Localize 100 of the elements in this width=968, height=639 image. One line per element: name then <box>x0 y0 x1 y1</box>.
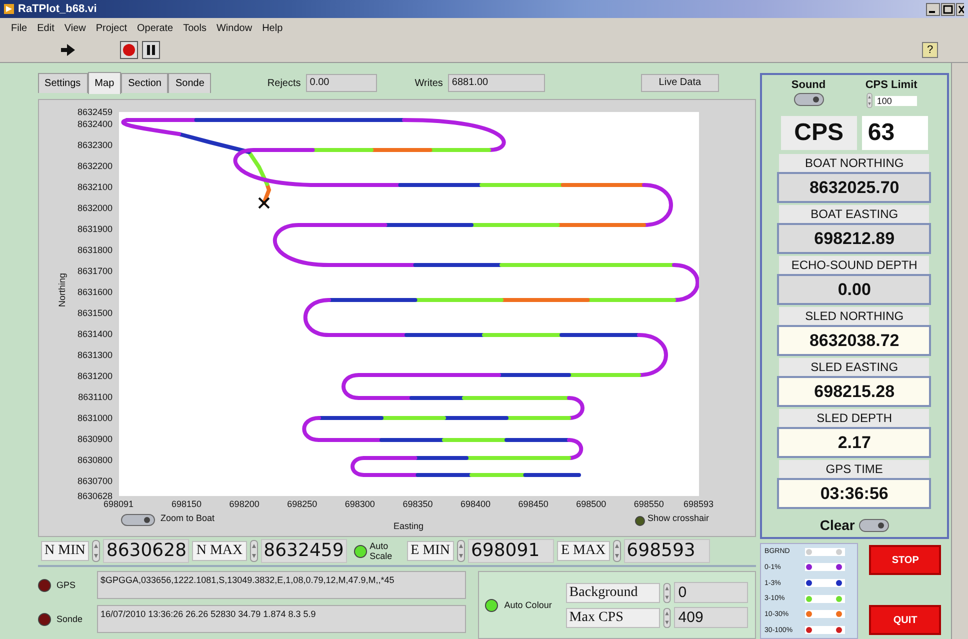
toggle-switch[interactable] <box>858 518 889 532</box>
menu-item[interactable]: Project <box>90 22 132 34</box>
axis-tick-label: 8631800 <box>77 244 113 256</box>
numeric-field[interactable]: 8630628 <box>103 539 190 563</box>
axis-title: Northing <box>56 272 67 308</box>
readout-indicator: 698212.89 <box>777 223 932 254</box>
menu-item[interactable]: Help <box>257 22 288 34</box>
numeric-field[interactable]: 698593 <box>624 539 710 563</box>
window-title: RaTPlot_b68.vi <box>18 3 97 15</box>
rejects-label: Rejects <box>267 78 301 88</box>
toggle-switch[interactable] <box>794 93 824 106</box>
minimize-icon[interactable] <box>926 2 940 16</box>
axis-tick-label: 8632100 <box>77 181 113 194</box>
axis-tick-label: 698350 <box>402 499 433 509</box>
menu-item[interactable]: Edit <box>32 22 60 34</box>
toggle-switch[interactable] <box>120 514 155 526</box>
axis-tick-label: 698250 <box>287 499 318 509</box>
readout-indicator: 698215.28 <box>777 376 932 407</box>
numeric-field[interactable]: 8632459 <box>260 539 347 563</box>
axis-tick-label: 8631200 <box>77 370 113 382</box>
spinner-icon[interactable] <box>866 93 873 108</box>
readout-indicator: 0.00 <box>777 274 932 305</box>
tab[interactable]: Settings <box>38 73 88 93</box>
field-label: N MAX <box>192 541 247 561</box>
sound-label: Sound <box>791 79 826 91</box>
readout-indicator: 2.17 <box>777 427 932 458</box>
stop-icon[interactable] <box>120 41 138 59</box>
writes-label: Writes <box>414 78 443 88</box>
axis-tick-label: 8630800 <box>77 454 113 466</box>
pause-icon[interactable] <box>142 41 160 59</box>
axis-tick-label: 8631500 <box>77 307 113 320</box>
tab[interactable]: Map <box>88 72 122 94</box>
action-button[interactable]: STOP <box>869 545 942 575</box>
feed-label: GPS <box>56 580 77 590</box>
spinner-icon[interactable] <box>250 540 258 562</box>
menu-item[interactable]: File <box>6 22 32 34</box>
crosshair-led[interactable] <box>634 516 645 526</box>
feed-label: Sonde <box>56 614 84 624</box>
axis-tick-label: 698593 <box>684 499 714 509</box>
readout-label: SLED EASTING <box>779 358 930 376</box>
axis-tick-label: 8631300 <box>77 349 113 362</box>
readout-indicator: 8632025.70 <box>777 172 932 203</box>
field-label: E MAX <box>556 541 610 561</box>
help-button[interactable]: ? <box>922 42 938 58</box>
auto-scale-label: Auto Scale <box>370 541 394 561</box>
numeric-field[interactable]: 409 <box>674 607 748 628</box>
cps-label: CPS <box>780 116 857 150</box>
cps-limit-label: CPS Limit <box>865 79 918 91</box>
auto-scale-led[interactable] <box>354 544 367 558</box>
cross-marker-icon <box>258 197 270 209</box>
zoom-to-boat-label: Zoom to Boat <box>160 513 215 523</box>
axis-tick-label: 8632200 <box>77 160 113 172</box>
spinner-icon[interactable] <box>663 608 672 628</box>
readout-indicator: 8632038.72 <box>777 325 932 356</box>
readout-label: BOAT NORTHING <box>779 154 930 172</box>
tab[interactable]: Sonde <box>168 73 212 93</box>
axis-tick-label: 8632400 <box>77 118 113 130</box>
axis-tick-label: 8630628 <box>77 490 113 501</box>
tab[interactable]: Section <box>121 73 168 93</box>
field-label: Max CPS <box>566 608 660 628</box>
field-label: Background <box>566 582 660 602</box>
menu-item[interactable]: Operate <box>132 22 178 34</box>
action-button[interactable]: QUIT <box>869 605 942 635</box>
readout-label: BOAT EASTING <box>779 205 930 223</box>
auto-colour-led[interactable] <box>485 598 498 612</box>
menu-item[interactable]: Window <box>211 22 258 34</box>
axis-tick-label: 698300 <box>344 499 375 509</box>
run-arrow-icon[interactable] <box>60 43 76 57</box>
scrollbar[interactable] <box>951 63 968 639</box>
axis-title: Easting <box>394 521 424 531</box>
axis-tick-label: 698500 <box>576 499 606 509</box>
show-crosshair-label: Show crosshair <box>648 513 710 523</box>
readout-label: SLED DEPTH <box>779 409 930 427</box>
spinner-icon[interactable] <box>612 540 621 562</box>
axis-tick-label: 8631400 <box>77 328 113 340</box>
rejects-indicator: 0.00 <box>306 74 377 92</box>
axis-tick-label: 698150 <box>172 499 202 509</box>
cps-indicator: 63 <box>862 116 928 150</box>
axis-tick-label: 8632300 <box>77 139 113 152</box>
axis-tick-label: 698091 <box>104 499 134 509</box>
close-icon[interactable] <box>956 2 964 16</box>
writes-indicator: 6881.00 <box>448 74 545 92</box>
axis-tick-label: 8632459 <box>77 106 113 118</box>
field-label: N MIN <box>40 541 90 561</box>
spinner-icon[interactable] <box>663 582 672 602</box>
feed-string-indicator: 16/07/2010 13:36:26 26.26 52830 34.79 1.874 8.3 5.9 <box>96 605 466 633</box>
maximize-icon[interactable] <box>941 2 955 16</box>
axis-tick-label: 8631900 <box>77 223 113 236</box>
axis-tick-label: 698400 <box>460 499 491 509</box>
spinner-icon[interactable] <box>92 540 100 562</box>
menu-item[interactable]: Tools <box>178 22 212 34</box>
axis-tick-label: 8630900 <box>77 433 113 446</box>
readout-label: GPS TIME <box>779 460 930 478</box>
numeric-field[interactable]: 0 <box>674 582 748 603</box>
menu-item[interactable]: View <box>59 22 91 34</box>
auto-colour-label: Auto Colour <box>504 600 553 610</box>
numeric-field[interactable]: 100 <box>874 96 917 106</box>
numeric-field[interactable]: 698091 <box>468 539 554 563</box>
readout-indicator: 03:36:56 <box>777 478 932 509</box>
spinner-icon[interactable] <box>456 540 465 562</box>
